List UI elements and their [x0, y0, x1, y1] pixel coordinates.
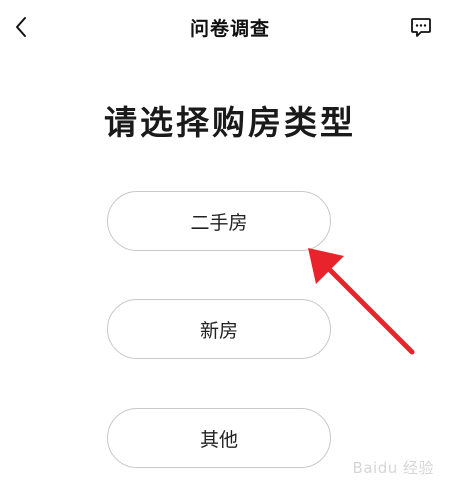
baidu-watermark: Baidu 经验	[352, 459, 434, 477]
option-other[interactable]: 其他	[107, 408, 331, 468]
message-dots-icon	[411, 18, 431, 37]
option-label: 新房	[199, 319, 238, 342]
question-title: 请选择购房类型	[104, 103, 356, 142]
page-header-title: 问卷调查	[189, 18, 270, 40]
top-bar: 问卷调查	[0, 0, 460, 56]
feedback-button[interactable]	[408, 14, 434, 40]
option-second-hand-house[interactable]: 二手房	[107, 191, 331, 251]
option-label: 其他	[199, 428, 238, 451]
option-new-house[interactable]: 新房	[107, 299, 331, 359]
option-label: 二手房	[190, 211, 248, 234]
